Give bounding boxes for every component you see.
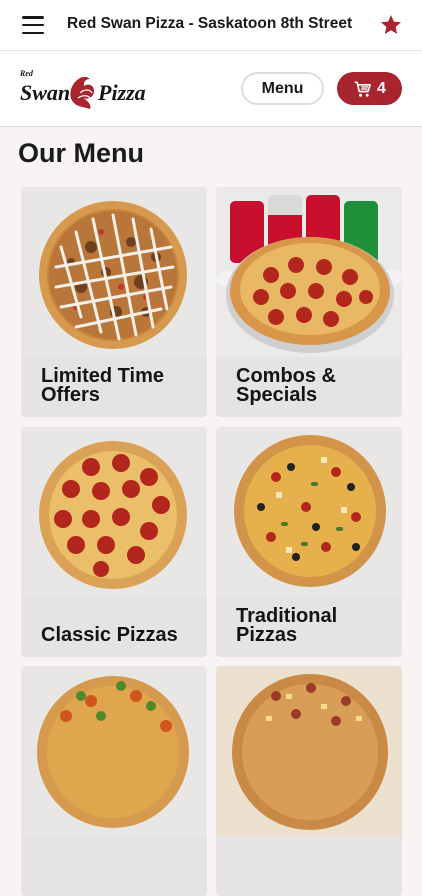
cart-icon (354, 81, 371, 97)
top-bar: Red Swan Pizza - Saskatoon 8th Street (0, 0, 422, 51)
category-label: Limited Time Offers (41, 365, 164, 406)
category-card-classic-pizzas[interactable]: Classic Pizzas (21, 427, 207, 657)
svg-text:Pizza: Pizza (97, 80, 146, 105)
supreme-pizza-image (216, 427, 402, 597)
category-label: Classic Pizzas (41, 624, 178, 646)
category-card-veggie[interactable] (21, 666, 207, 896)
logo[interactable]: Red Swan Pizza (18, 67, 160, 111)
cart-button[interactable]: 4 (337, 72, 402, 105)
section-title: Our Menu (18, 138, 144, 168)
menu-button[interactable]: Menu (241, 72, 324, 105)
hamburger-icon[interactable] (22, 16, 44, 34)
star-icon[interactable] (379, 13, 403, 37)
cart-count: 4 (377, 79, 386, 97)
pepperoni-pizza-image (21, 427, 207, 597)
category-card-limited-time-offers[interactable]: Limited Time Offers (21, 187, 207, 417)
hawaiian-pizza-image (216, 666, 402, 836)
category-label: Traditional Pizzas (236, 605, 338, 646)
category-card-traditional-pizzas[interactable]: Traditional Pizzas (216, 427, 402, 657)
store-title: Red Swan Pizza - Saskatoon 8th Street (67, 15, 353, 32)
category-label: Combos & Specials (236, 365, 336, 406)
category-card-hawaiian[interactable] (216, 666, 402, 896)
svg-text:Swan: Swan (20, 80, 70, 105)
category-card-combos-specials[interactable]: Combos & Specials (216, 187, 402, 417)
veggie-pizza-image (21, 666, 207, 836)
brand-bar: Red Swan Pizza Menu 4 (0, 51, 422, 127)
drizzled-pizza-image (21, 187, 207, 357)
pepperoni-pizza-with-sodas-image (216, 187, 402, 357)
svg-text:Red: Red (19, 69, 34, 78)
